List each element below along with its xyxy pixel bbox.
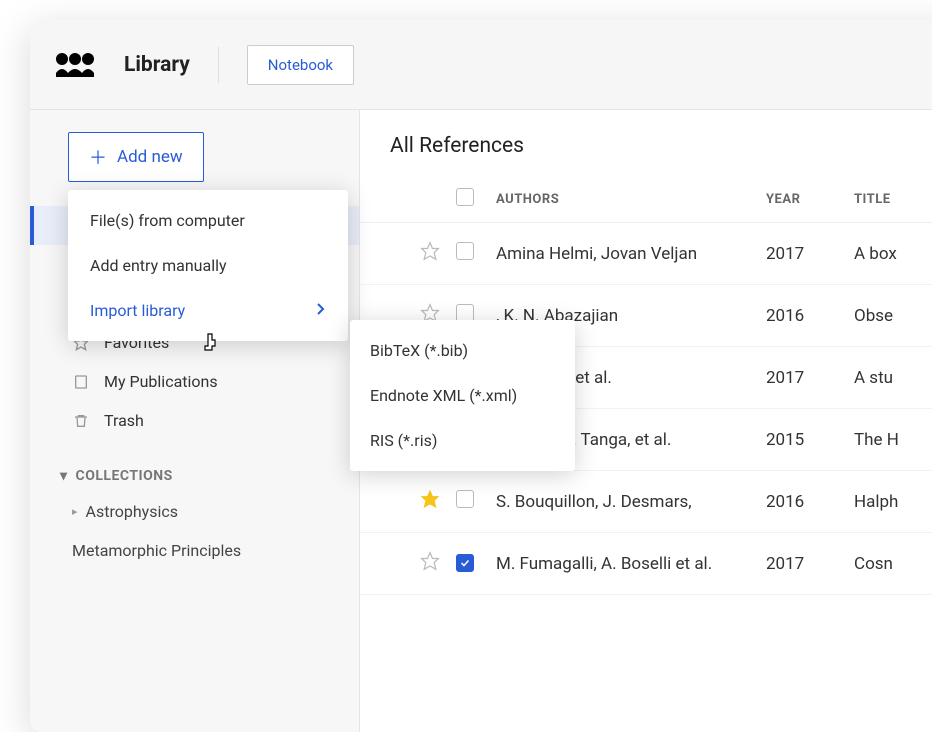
table-header: AUTHORS YEAR TITLE (360, 176, 932, 223)
collection-astrophysics[interactable]: ▸ Astrophysics (30, 492, 359, 531)
page-title: All References (360, 110, 932, 176)
collection-label: Metamorphic Principles (72, 541, 241, 560)
plus-icon: ＋ (89, 144, 107, 170)
cell-year: 2016 (766, 306, 854, 326)
sidebar-item-label: Trash (104, 411, 144, 430)
row-checkbox[interactable] (456, 490, 474, 508)
sidebar-item-my-publications[interactable]: My Publications (30, 362, 359, 401)
cell-authors: Amina Helmi, Jovan Veljan (496, 244, 766, 264)
import-library-submenu: BibTeX (*.bib) Endnote XML (*.xml) RIS (… (350, 320, 575, 471)
submenu-endnote-xml[interactable]: Endnote XML (*.xml) (350, 373, 575, 418)
add-new-dropdown: File(s) from computer Add entry manually… (68, 190, 348, 341)
doc-icon (72, 373, 90, 391)
cell-year: 2016 (766, 492, 854, 512)
cell-title: Obse (854, 306, 932, 326)
chevron-down-icon: ▾ (60, 468, 68, 484)
chevron-right-icon: ▸ (72, 505, 78, 518)
col-year[interactable]: YEAR (766, 192, 854, 207)
submenu-bibtex[interactable]: BibTeX (*.bib) (350, 328, 575, 373)
collection-label: Astrophysics (86, 502, 178, 521)
dropdown-files-from-computer[interactable]: File(s) from computer (68, 198, 348, 243)
row-checkbox[interactable] (456, 242, 474, 260)
sidebar-item-label: My Publications (104, 372, 218, 391)
divider (218, 47, 219, 83)
dropdown-add-entry-manually[interactable]: Add entry manually (68, 243, 348, 288)
cell-year: 2017 (766, 554, 854, 574)
sidebar-item-trash[interactable]: Trash (30, 401, 359, 440)
cell-title: Halph (854, 492, 932, 512)
dropdown-import-library[interactable]: Import library (68, 288, 348, 333)
topbar: Library Notebook (30, 20, 932, 110)
trash-icon (72, 412, 90, 430)
select-all-checkbox[interactable] (456, 188, 474, 206)
favorite-star-icon[interactable] (420, 241, 440, 261)
collections-header: ▾ COLLECTIONS (30, 440, 359, 492)
col-authors[interactable]: AUTHORS (496, 192, 766, 207)
cell-year: 2017 (766, 244, 854, 264)
collection-metamorphic[interactable]: Metamorphic Principles (30, 531, 359, 570)
add-new-button[interactable]: ＋ Add new (68, 132, 204, 182)
table-row[interactable]: M. Fumagalli, A. Boselli et al.2017Cosn (360, 533, 932, 595)
submenu-ris[interactable]: RIS (*.ris) (350, 418, 575, 463)
cell-title: A stu (854, 368, 932, 388)
table-row[interactable]: S. Bouquillon, J. Desmars,2016Halph (360, 471, 932, 533)
chevron-right-icon (316, 301, 326, 320)
sidebar: ＋ Add new All References Recently Added … (30, 110, 360, 732)
col-title[interactable]: TITLE (854, 192, 932, 207)
cell-title: A box (854, 244, 932, 264)
cell-title: Cosn (854, 554, 932, 574)
notebook-button[interactable]: Notebook (247, 45, 354, 85)
table-row[interactable]: Amina Helmi, Jovan Veljan2017A box (360, 223, 932, 285)
cell-year: 2015 (766, 430, 854, 450)
row-checkbox[interactable] (456, 554, 474, 572)
cell-authors: M. Fumagalli, A. Boselli et al. (496, 554, 766, 574)
library-title: Library (124, 53, 190, 77)
cell-title: The H (854, 430, 932, 450)
cell-year: 2017 (766, 368, 854, 388)
favorite-star-icon[interactable] (420, 551, 440, 571)
cursor-pointer-icon (202, 332, 222, 356)
app-logo-icon (54, 51, 96, 79)
cell-authors: S. Bouquillon, J. Desmars, (496, 492, 766, 512)
add-new-label: Add new (117, 147, 183, 167)
favorite-star-icon[interactable] (420, 489, 440, 509)
